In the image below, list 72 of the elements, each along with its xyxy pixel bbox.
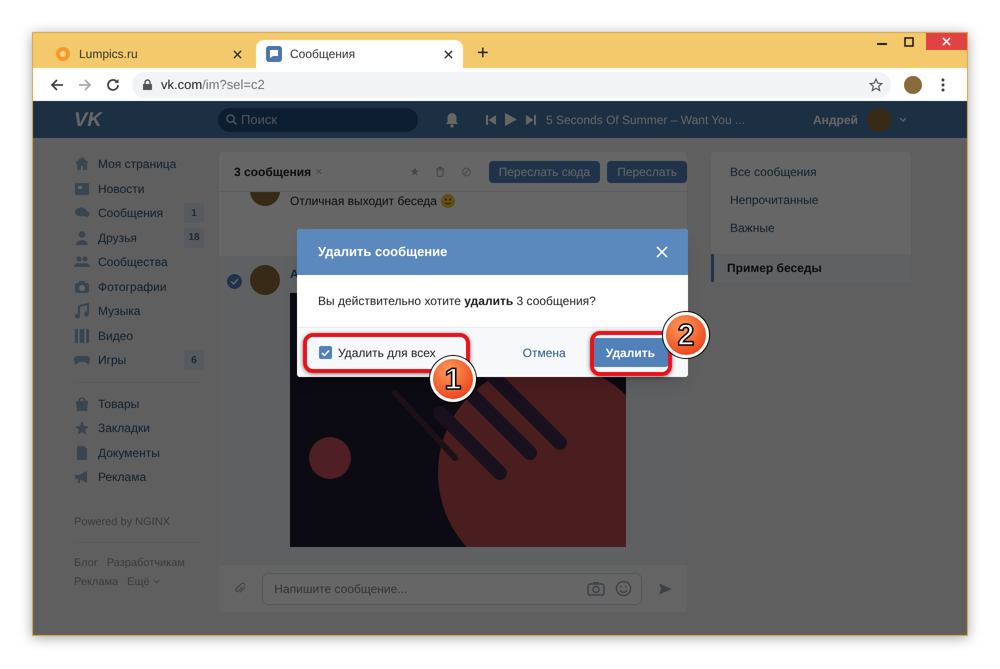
previous-track-icon[interactable]: [486, 114, 496, 124]
folder-item[interactable]: Непрочитанные: [711, 186, 911, 214]
user-name[interactable]: Андрей: [813, 110, 858, 128]
track-title[interactable]: 5 Seconds Of Summer – Want You ...: [546, 110, 806, 128]
star-icon: [74, 420, 90, 436]
back-arrow-icon[interactable]: [50, 78, 64, 92]
camera-icon: [74, 278, 90, 295]
close-icon[interactable]: [444, 50, 453, 58]
folder-item[interactable]: Важные: [711, 214, 911, 242]
user-avatar[interactable]: [250, 265, 280, 295]
chevron-down-icon: [152, 579, 160, 584]
selection-count: 3 сообщения: [234, 164, 312, 180]
search-field[interactable]: Поиск: [218, 108, 418, 132]
megaphone-icon: [74, 469, 90, 486]
smiley-emoji-icon: [440, 194, 455, 208]
person-icon: [74, 230, 90, 246]
shopping-bag-icon: [74, 396, 90, 412]
browser-tab[interactable]: Lumpics.ru: [45, 40, 252, 68]
check-circle-icon[interactable]: [227, 274, 242, 289]
url-text: vk.com/im?sel=c2: [161, 76, 265, 94]
film-icon: [74, 328, 90, 344]
document-icon: [74, 444, 90, 461]
star-icon[interactable]: [869, 78, 883, 92]
message-text: Отличная выходит беседа: [290, 193, 437, 210]
forward-button[interactable]: Переслать: [607, 160, 687, 182]
new-tab-button[interactable]: +: [477, 43, 489, 63]
close-icon[interactable]: [233, 50, 242, 58]
sidebar-item[interactable]: Моя страница: [74, 152, 204, 176]
clear-selection-icon[interactable]: [316, 167, 322, 176]
menu-icon[interactable]: [941, 78, 945, 92]
dialog-message: Вы действительно хотите удалить 3 сообщения?: [318, 293, 596, 310]
maximize-icon[interactable]: [904, 37, 914, 47]
sidebar-item[interactable]: Музыка: [74, 299, 204, 324]
sidebar-item[interactable]: Видео: [74, 324, 204, 348]
trash-icon[interactable]: [436, 164, 445, 179]
chat-bubble-icon: [266, 46, 282, 62]
close-button[interactable]: [926, 33, 967, 50]
forward-here-button[interactable]: Переслать сюда: [488, 160, 600, 182]
camera-icon[interactable]: [587, 580, 606, 596]
sidebar-item[interactable]: Реклама: [74, 465, 204, 490]
checkbox[interactable]: [319, 346, 332, 359]
address-bar[interactable]: vk.com/im?sel=c2: [132, 72, 891, 98]
sidebar-item[interactable]: Новости: [74, 176, 204, 201]
cancel-button[interactable]: Отмена: [520, 344, 568, 362]
folder-item[interactable]: Пример беседы: [711, 254, 911, 282]
profile-avatar[interactable]: [904, 76, 922, 94]
lock-icon: [143, 79, 152, 90]
chevron-down-icon[interactable]: [898, 117, 907, 122]
block-icon[interactable]: [462, 164, 471, 178]
smiley-icon[interactable]: [615, 580, 632, 596]
forward-arrow-icon[interactable]: [78, 78, 92, 92]
reload-icon[interactable]: [106, 78, 120, 92]
sidebar-item[interactable]: Фотографии: [74, 274, 204, 299]
sun-icon: [55, 46, 71, 62]
send-icon[interactable]: [659, 580, 672, 596]
play-icon[interactable]: [505, 113, 517, 126]
sidebar-item[interactable]: Документы: [74, 440, 204, 465]
home-icon: [74, 156, 90, 172]
browser-tab[interactable]: Сообщения: [256, 40, 463, 68]
search-icon: [226, 114, 237, 124]
bell-icon[interactable]: [445, 112, 459, 128]
folder-item[interactable]: Все сообщения: [711, 158, 911, 186]
sidebar-item[interactable]: Товары: [74, 392, 204, 416]
site-logo[interactable]: VK: [74, 104, 218, 134]
sidebar-item[interactable]: Сообщества: [74, 250, 204, 274]
close-icon: [942, 37, 951, 46]
music-note-icon: [74, 303, 90, 320]
delete-button[interactable]: Удалить: [592, 338, 669, 367]
step-number-badge: 2: [663, 312, 709, 358]
newspaper-icon: [74, 180, 90, 197]
sidebar-item[interactable]: Закладки: [74, 416, 204, 440]
next-track-icon[interactable]: [526, 114, 536, 124]
